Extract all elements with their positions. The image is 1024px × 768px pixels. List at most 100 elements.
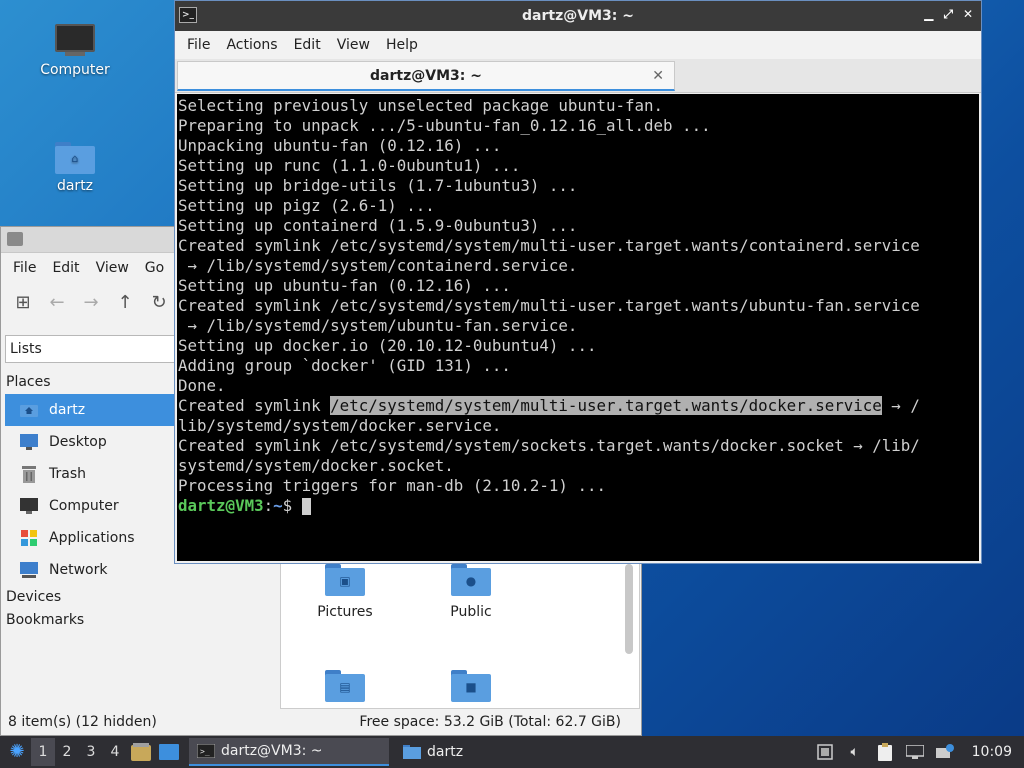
workspace-3[interactable]: 3 [79, 738, 103, 766]
selection-before: Created symlink [178, 396, 331, 415]
terminal-line-selection: Created symlink /etc/systemd/system/mult… [178, 396, 979, 416]
sidebar-item-applications[interactable]: Applications [5, 522, 181, 554]
desktop-icon-dartz[interactable]: ⌂ dartz [25, 142, 125, 194]
places-header[interactable]: Places [5, 371, 181, 394]
folder-icon [7, 232, 23, 246]
show-desktop-icon[interactable] [157, 741, 181, 763]
terminal-app-icon: >_ [179, 7, 197, 23]
reload-icon[interactable]: ↻ [149, 293, 169, 313]
file-view[interactable]: ▣ Pictures ● Public ▤ ■ [280, 563, 640, 709]
prompt-user: dartz@VM3 [178, 496, 264, 515]
close-tab-icon[interactable]: ✕ [652, 68, 664, 84]
forward-icon[interactable]: → [81, 293, 101, 313]
videos-folder-icon: ■ [451, 670, 491, 702]
terminal-line: systemd/system/docker.socket. [178, 456, 454, 475]
terminal-line: Created symlink /etc/systemd/system/mult… [178, 236, 920, 255]
menu-file[interactable]: File [179, 37, 218, 53]
workspace-1[interactable]: 1 [31, 738, 55, 766]
new-tab-icon[interactable]: ⊞ [13, 293, 33, 313]
maximize-icon[interactable]: ⤢ [943, 7, 953, 22]
file-manager-launcher-icon[interactable] [129, 741, 153, 763]
menu-go[interactable]: Go [137, 260, 172, 276]
network-icon [19, 561, 39, 579]
close-icon[interactable]: ✕ [963, 7, 973, 22]
task-terminal[interactable]: >_ dartz@VM3: ~ [189, 738, 389, 766]
sidebar-item-trash[interactable]: Trash [5, 458, 181, 490]
terminal-prompt[interactable]: dartz@VM3:~$ [178, 496, 979, 516]
menu-edit[interactable]: Edit [286, 37, 329, 53]
file-item-pictures[interactable]: ▣ Pictures [295, 564, 395, 620]
sidebar-item-computer[interactable]: Computer [5, 490, 181, 522]
taskbar: ✺ 1 2 3 4 >_ dartz@VM3: ~ dartz 🔈︎ 10:09 [0, 736, 1024, 768]
app-menu-icon[interactable]: ✺ [3, 738, 31, 766]
sidebar-item-dartz[interactable]: dartz [5, 394, 181, 426]
screenshot-icon[interactable] [816, 743, 834, 761]
sidebar-item-desktop[interactable]: Desktop [5, 426, 181, 458]
update-notifier-icon[interactable] [935, 743, 954, 761]
terminal-tab[interactable]: dartz@VM3: ~ ✕ [177, 61, 675, 91]
sidebar-item-label: Computer [49, 498, 119, 514]
file-item-videos[interactable]: ■ [421, 670, 521, 708]
up-icon[interactable]: ↑ [115, 293, 135, 313]
sidebar-item-label: Desktop [49, 434, 107, 450]
terminal-cursor [301, 498, 311, 515]
file-manager-sidebar: Places dartz Desktop Trash Computer Appl… [5, 371, 181, 632]
trash-icon [19, 465, 39, 483]
home-folder-icon: ⌂ [55, 142, 95, 174]
terminal-icon: >_ [196, 743, 216, 759]
terminal-output[interactable]: Selecting previously unselected package … [177, 94, 979, 561]
back-icon[interactable]: ← [47, 293, 67, 313]
menu-edit[interactable]: Edit [44, 260, 87, 276]
menu-help[interactable]: Help [378, 37, 426, 53]
devices-header[interactable]: Devices [5, 586, 181, 609]
window-title: dartz@VM3: ~ [522, 8, 634, 24]
terminal-titlebar[interactable]: >_ dartz@VM3: ~ ▁ ⤢ ✕ [175, 1, 981, 31]
sidebar-mode-select[interactable]: Lists [5, 335, 180, 363]
svg-text:>_: >_ [200, 747, 210, 756]
terminal-line: Adding group `docker' (GID 131) ... [178, 356, 511, 375]
sidebar-item-network[interactable]: Network [5, 554, 181, 586]
public-folder-icon: ● [451, 564, 491, 596]
terminal-line: Processing triggers for man-db (2.10.2-1… [178, 476, 606, 495]
clipboard-icon[interactable] [876, 743, 894, 761]
desktop-icon-label: dartz [56, 178, 94, 194]
free-space: Free space: 53.2 GiB (Total: 62.7 GiB) [359, 714, 621, 730]
terminal-line: Setting up docker.io (20.10.12-0ubuntu4)… [178, 336, 597, 355]
file-manager-statusbar: 8 item(s) (12 hidden) Free space: 53.2 G… [1, 709, 641, 735]
network-tray-icon[interactable] [905, 743, 924, 761]
terminal-window: >_ dartz@VM3: ~ ▁ ⤢ ✕ File Actions Edit … [174, 0, 982, 564]
minimize-icon[interactable]: ▁ [924, 7, 933, 22]
menu-view[interactable]: View [88, 260, 137, 276]
terminal-line: → /lib/systemd/system/containerd.service… [178, 256, 578, 275]
terminal-line: Setting up ubuntu-fan (0.12.16) ... [178, 276, 511, 295]
file-view-scrollbar[interactable] [625, 564, 633, 654]
menu-actions[interactable]: Actions [218, 37, 285, 53]
volume-icon[interactable]: 🔈︎ [846, 743, 864, 761]
clock[interactable]: 10:09 [972, 744, 1012, 760]
terminal-line: Selecting previously unselected package … [178, 96, 664, 115]
sidebar-item-label: Network [49, 562, 108, 578]
terminal-line: → /lib/systemd/system/ubuntu-fan.service… [178, 316, 578, 335]
file-item-public[interactable]: ● Public [421, 564, 521, 620]
computer-icon [55, 24, 95, 58]
computer-icon [19, 497, 39, 515]
selected-text[interactable]: /etc/systemd/system/multi-user.target.wa… [330, 396, 882, 415]
workspace-4[interactable]: 4 [103, 738, 127, 766]
menu-file[interactable]: File [5, 260, 44, 276]
file-item-documents[interactable]: ▤ [295, 670, 395, 708]
bookmarks-header[interactable]: Bookmarks [5, 609, 181, 632]
workspace-2[interactable]: 2 [55, 738, 79, 766]
terminal-line: Done. [178, 376, 226, 395]
desktop-icon-computer[interactable]: Computer [25, 24, 125, 78]
task-label: dartz [427, 744, 464, 760]
terminal-line: Setting up pigz (2.6-1) ... [178, 196, 435, 215]
item-count: 8 item(s) (12 hidden) [8, 714, 157, 730]
terminal-line: Created symlink /etc/systemd/system/mult… [178, 296, 920, 315]
prompt-separator: : [263, 496, 274, 515]
task-file-manager[interactable]: dartz [395, 738, 471, 766]
terminal-line: Setting up runc (1.1.0-0ubuntu1) ... [178, 156, 521, 175]
file-item-label: Pictures [317, 604, 373, 620]
applications-icon [19, 529, 39, 547]
menu-view[interactable]: View [329, 37, 378, 53]
desktop-icon-label: Computer [40, 62, 110, 78]
